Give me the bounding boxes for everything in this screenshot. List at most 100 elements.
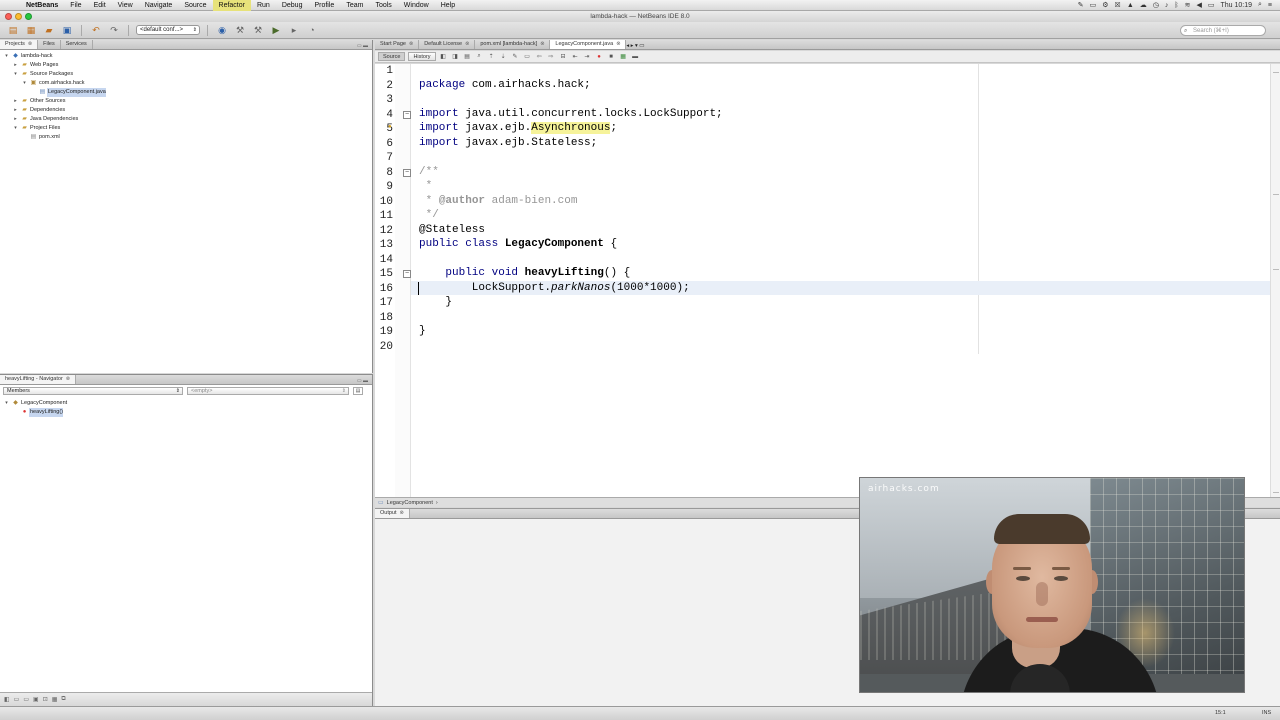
back-icon[interactable]: ◧ [439,53,448,60]
toggle-rect-select-icon[interactable]: ▭ [523,53,532,60]
menu-window[interactable]: Window [398,0,435,11]
forward-icon[interactable]: ◨ [451,53,460,60]
find-next-icon[interactable]: ⇣ [499,53,508,60]
shift-left-icon[interactable]: ⇤ [571,53,580,60]
menu-help[interactable]: Help [435,0,461,11]
code-editor[interactable]: 1 2 3 4 5 6 7 8 9 10 11 12 13 14 15 16 17 18 19 20 package … [375,64,1270,497]
tree-node[interactable]: ● heavyLifting() [2,408,372,417]
toggle-highlight-icon[interactable]: ✎ [511,53,520,60]
context-select[interactable]: <empty> ⇕ [187,387,349,395]
filter-fields-icon[interactable]: ◧ [4,696,10,703]
last-edit-icon[interactable]: ▤ [463,53,472,60]
history-view-button[interactable]: History [408,52,436,61]
tree-node[interactable]: ▾ ◆ lambda-hack [2,52,372,61]
prev-bookmark-icon[interactable]: ⇦ [535,53,544,60]
find-icon[interactable]: ⌕ [475,53,484,60]
close-icon[interactable]: ⊗ [400,509,404,518]
source-view-button[interactable]: Source [378,52,406,61]
menu-refactor[interactable]: Refactor [212,0,251,11]
tree-node[interactable]: ▾ ▰ Project Files [2,124,372,133]
hint-bulb-icon[interactable]: ● [388,124,392,130]
stripe-mark[interactable] [1273,269,1279,270]
build-hammer-icon[interactable]: ⚒ [233,24,247,36]
close-icon[interactable]: ⊗ [66,375,70,384]
bluetooth-icon[interactable]: ᛒ [1174,2,1178,9]
next-bookmark-icon[interactable]: ⇨ [547,53,556,60]
collapsed-arrow-icon[interactable]: ▸ [11,61,20,70]
filter-nonpublic-icon[interactable]: ▭ [23,696,29,703]
new-project-icon[interactable]: ▦ [24,24,38,36]
tree-node[interactable]: ▾ ▣ com.airhacks.hack [2,79,372,88]
wifi-icon[interactable]: ≋ [1185,1,1191,9]
menu-edit[interactable]: Edit [88,0,112,11]
close-box-icon[interactable]: ☒ [1115,1,1121,9]
tree-node[interactable]: ▤ LegacyComponent.java [2,88,372,97]
navigator-options-button[interactable]: ▤ [353,387,363,395]
collapsed-arrow-icon[interactable]: ▸ [11,115,20,124]
new-file-icon[interactable]: ▤ [6,24,20,36]
expanded-arrow-icon[interactable]: ▾ [2,52,11,61]
zoom-window-button[interactable] [25,13,32,20]
profile-project-icon[interactable]: ◔ [305,24,319,36]
code-area[interactable]: package com.airhacks.hack; import java.u… [411,64,1270,497]
cloud-icon[interactable]: ☁ [1140,1,1147,9]
tab-navigator[interactable]: heavyLifting - Navigator ⊗ [0,375,76,384]
menu-navigate[interactable]: Navigate [139,0,179,11]
menu-profile[interactable]: Profile [308,0,340,11]
open-project-icon[interactable]: ▰ [42,24,56,36]
expanded-arrow-icon[interactable]: ▾ [11,70,20,79]
stripe-mark[interactable] [1273,194,1279,195]
stop-macro-icon[interactable]: ● [595,54,604,60]
expanded-arrow-icon[interactable]: ▾ [2,399,11,408]
configuration-select[interactable]: <default conf...> ⇕ [136,25,200,35]
comment-icon[interactable]: ▦ [619,53,628,60]
battery-icon[interactable]: ▭ [1208,1,1215,9]
collapsed-arrow-icon[interactable]: ▸ [11,97,20,106]
sort-source-icon[interactable]: ⧉ [61,696,65,703]
spotlight-icon[interactable]: ⌕ [1258,1,1262,9]
search-input[interactable]: ⌕ Search (⌘+I) [1180,25,1266,36]
tree-node[interactable]: ▤ pom.xml [2,133,372,142]
tab-files[interactable]: Files [38,40,61,49]
menu-source[interactable]: Source [178,0,212,11]
globe-icon[interactable]: ◉ [215,24,229,36]
fold-toggle-icon[interactable]: − [403,168,411,177]
clock-icon[interactable]: ◷ [1153,1,1159,9]
close-window-button[interactable] [5,13,12,20]
stripe-mark[interactable] [1273,492,1279,493]
menu-view[interactable]: View [112,0,139,11]
tree-node[interactable]: ▸ ▰ Other Sources [2,97,372,106]
fold-toggle-icon[interactable]: − [403,110,411,119]
panel-controls[interactable]: ▭ ▬ [357,378,372,384]
clock-label[interactable]: Thu 10:19 [1220,2,1252,9]
notification-icon[interactable]: ≡ [1268,2,1272,9]
menu-netbeans[interactable]: NetBeans [20,0,64,11]
close-icon[interactable]: ⊗ [28,40,32,49]
redo-icon[interactable]: ↷ [107,24,121,36]
tree-node[interactable]: ▾ ▰ Source Packages [2,70,372,79]
stripe-mark[interactable] [1273,72,1279,73]
sort-name-icon[interactable]: ▦ [52,696,58,703]
display-icon[interactable]: ▭ [1090,1,1097,9]
record-macro-icon[interactable]: ■ [607,54,616,60]
fold-toggle-icon[interactable]: − [403,270,411,278]
editor-tab-controls[interactable]: ◂ ▸ ▾ ▭ [626,43,644,49]
close-icon[interactable]: ⊗ [465,40,469,49]
wrench-icon[interactable]: ✎ [1078,1,1084,9]
minimize-window-button[interactable] [15,13,22,20]
tree-node[interactable]: ▸ ▰ Dependencies [2,106,372,115]
filter-static-icon[interactable]: ▭ [14,696,20,703]
tree-node[interactable]: ▸ ▰ Web Pages [2,61,372,70]
upload-icon[interactable]: ▲ [1127,2,1134,9]
gear-icon[interactable]: ⚙ [1102,1,1108,9]
breadcrumb[interactable]: ▭ LegacyComponent › [378,499,438,507]
uncomment-icon[interactable]: ▬ [631,54,640,60]
undo-icon[interactable]: ↶ [89,24,103,36]
shift-right-icon[interactable]: ⇥ [583,53,592,60]
close-icon[interactable]: ⊗ [409,40,413,49]
clean-build-icon[interactable]: ⚒ [251,24,265,36]
menu-run[interactable]: Run [251,0,276,11]
collapsed-arrow-icon[interactable]: ▸ [11,106,20,115]
run-project-icon[interactable]: ▶ [269,24,283,36]
tab-default-license[interactable]: Default License ⊗ [419,40,476,49]
